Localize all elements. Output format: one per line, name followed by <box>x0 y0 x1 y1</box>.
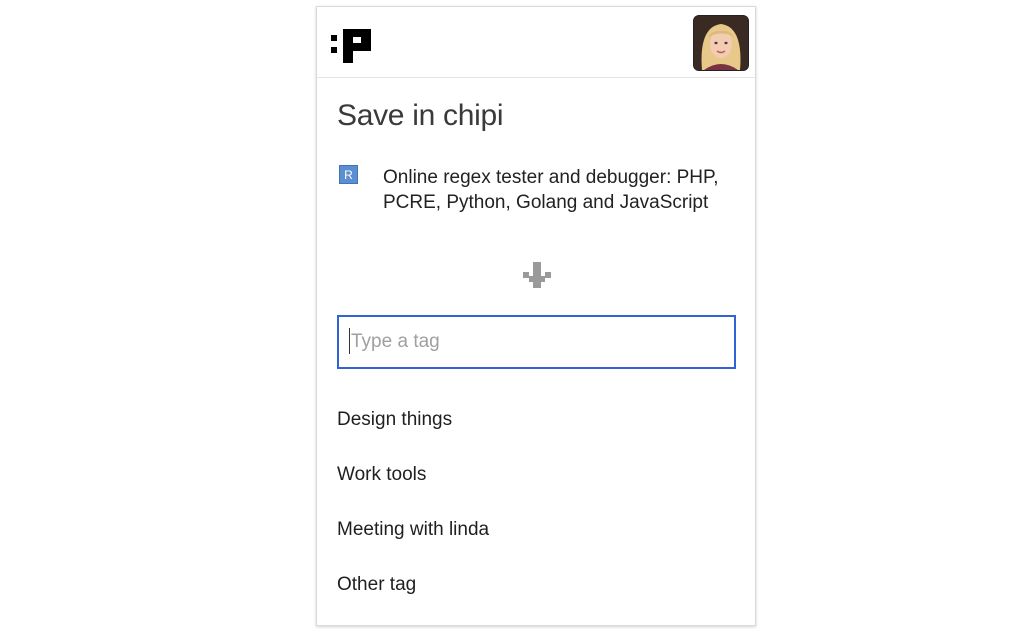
tag-suggestion-item[interactable]: Work tools <box>337 447 737 502</box>
save-popup: Save in chipi R Online regex tester and … <box>316 6 756 626</box>
saved-page-title: Online regex tester and debugger: PHP, P… <box>383 167 719 213</box>
tag-suggestion-item[interactable]: Meeting with linda <box>337 502 737 557</box>
arrow-down-icon <box>523 262 551 288</box>
tag-suggestion-list: Design things Work tools Meeting with li… <box>337 392 737 612</box>
user-avatar[interactable] <box>693 15 749 71</box>
tag-suggestion-item[interactable]: Design things <box>337 392 737 447</box>
site-favicon-icon: R <box>339 165 358 184</box>
tag-input[interactable] <box>337 315 736 369</box>
tag-suggestion-item[interactable]: Other tag <box>337 557 737 612</box>
popup-header <box>317 7 755 78</box>
chipi-logo-icon[interactable] <box>331 29 375 63</box>
text-caret <box>349 328 350 354</box>
page-title: Save in chipi <box>337 99 504 132</box>
